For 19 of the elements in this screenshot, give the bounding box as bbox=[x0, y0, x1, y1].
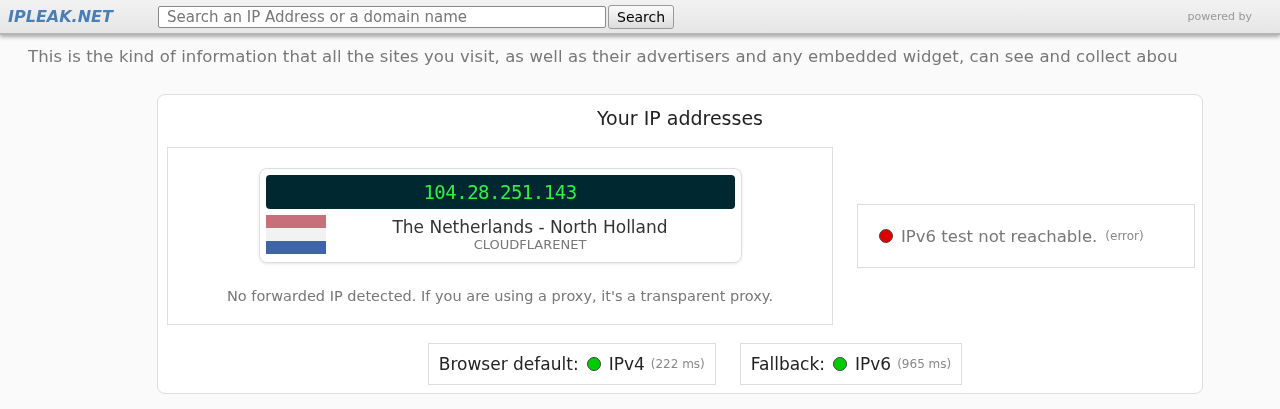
location-text: The Netherlands - North Holland bbox=[392, 217, 668, 237]
powered-by-label: powered by bbox=[1187, 10, 1252, 23]
ip-address: 104.28.251.143 bbox=[265, 175, 735, 209]
protocol-label: Fallback: bbox=[750, 354, 826, 374]
protocol-label: Browser default: bbox=[438, 354, 579, 374]
error-text: (error) bbox=[1105, 229, 1144, 243]
forwarded-note: No forwarded IP detected. If you are using a proxy, it's a transparent proxy. bbox=[227, 288, 773, 304]
latency-text: (222 ms) bbox=[650, 357, 705, 371]
site-logo[interactable]: IPLEAK.NET bbox=[8, 7, 148, 26]
latency-text: (965 ms) bbox=[897, 357, 952, 371]
isp-text: CLOUDFLARENET bbox=[473, 237, 587, 252]
search-button[interactable]: Search bbox=[608, 4, 675, 29]
search-field[interactable]: Search an IP Address or a domain name bbox=[158, 5, 606, 28]
panel-title: Your IP addresses bbox=[596, 107, 764, 129]
protocol-name: IPv6 bbox=[855, 354, 892, 374]
protocol-name: IPv4 bbox=[608, 354, 645, 374]
flag-icon bbox=[265, 215, 326, 254]
intro-text: This is the kind of information that all the sites you visit, as well as their advertisers and any embedded widget, can see and collect abou bbox=[28, 47, 1179, 66]
ipv6-status-text: IPv6 test not reachable. bbox=[901, 226, 1098, 246]
